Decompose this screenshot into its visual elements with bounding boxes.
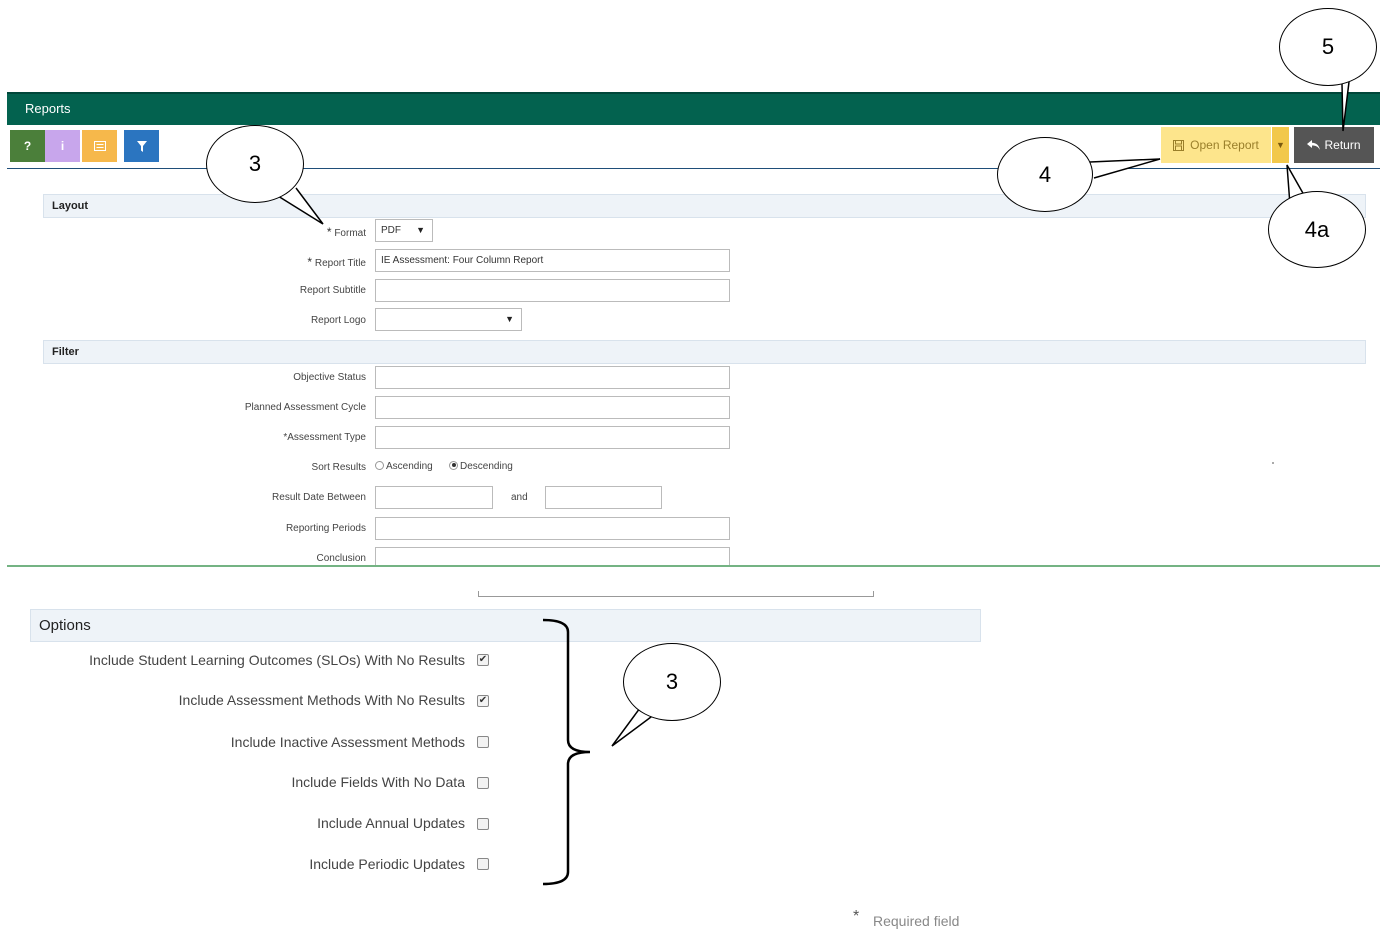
callout-3-bottom-number: 3 (665, 669, 679, 694)
callout-5-number: 5 (1321, 34, 1335, 59)
callout-4-pointer (1089, 158, 1161, 179)
stray-dot (1272, 462, 1274, 464)
callout-3-top: 3 (206, 125, 304, 203)
callout-4a-number: 4a (1304, 216, 1330, 242)
callout-4: 4 (997, 137, 1093, 212)
callout-4a: 4a (1268, 191, 1366, 268)
callout-5: 5 (1279, 8, 1377, 86)
annotation-overlay (277, 81, 1350, 886)
callout-3-bottom: 3 (623, 643, 721, 721)
bracket-shape (542, 618, 591, 886)
callout-5-pointer (1341, 81, 1350, 132)
callout-4-number: 4 (1038, 161, 1052, 187)
callout-3-top-number: 3 (248, 151, 262, 176)
